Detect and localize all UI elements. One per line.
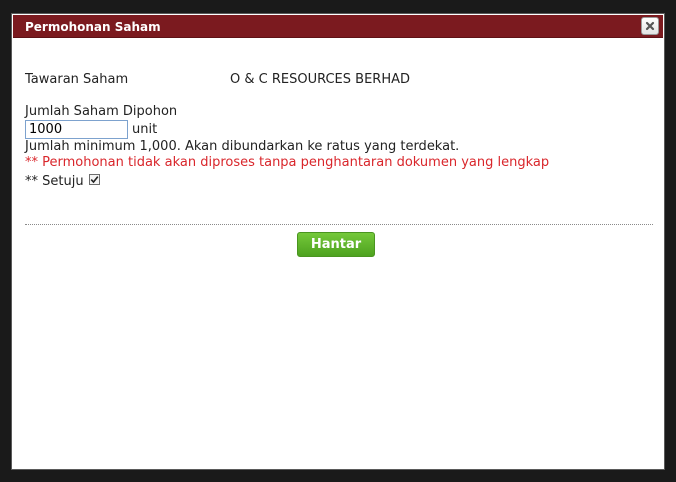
divider: [25, 224, 653, 225]
close-icon: [645, 21, 655, 31]
offer-value: O & C RESOURCES BERHAD: [230, 72, 410, 87]
dialog-title: Permohonan Saham: [25, 20, 161, 34]
offer-row: Tawaran Saham O & C RESOURCES BERHAD: [25, 72, 653, 88]
quantity-input[interactable]: [25, 120, 128, 139]
share-application-dialog: Permohonan Saham Tawaran Saham O & C RES…: [11, 13, 665, 470]
agree-checkbox[interactable]: [89, 174, 100, 185]
warning-note: ** Permohonan tidak akan diproses tanpa …: [25, 155, 550, 170]
offer-label: Tawaran Saham: [25, 72, 129, 87]
quantity-label: Jumlah Saham Dipohon: [25, 104, 178, 119]
unit-label: unit: [132, 122, 158, 137]
agree-label: ** Setuju: [25, 174, 84, 189]
close-button[interactable]: [641, 17, 659, 35]
submit-button[interactable]: Hantar: [297, 232, 375, 257]
dialog-titlebar: Permohonan Saham: [13, 15, 663, 38]
check-icon: [90, 176, 99, 184]
minimum-note: Jumlah minimum 1,000. Akan dibundarkan k…: [25, 139, 460, 154]
